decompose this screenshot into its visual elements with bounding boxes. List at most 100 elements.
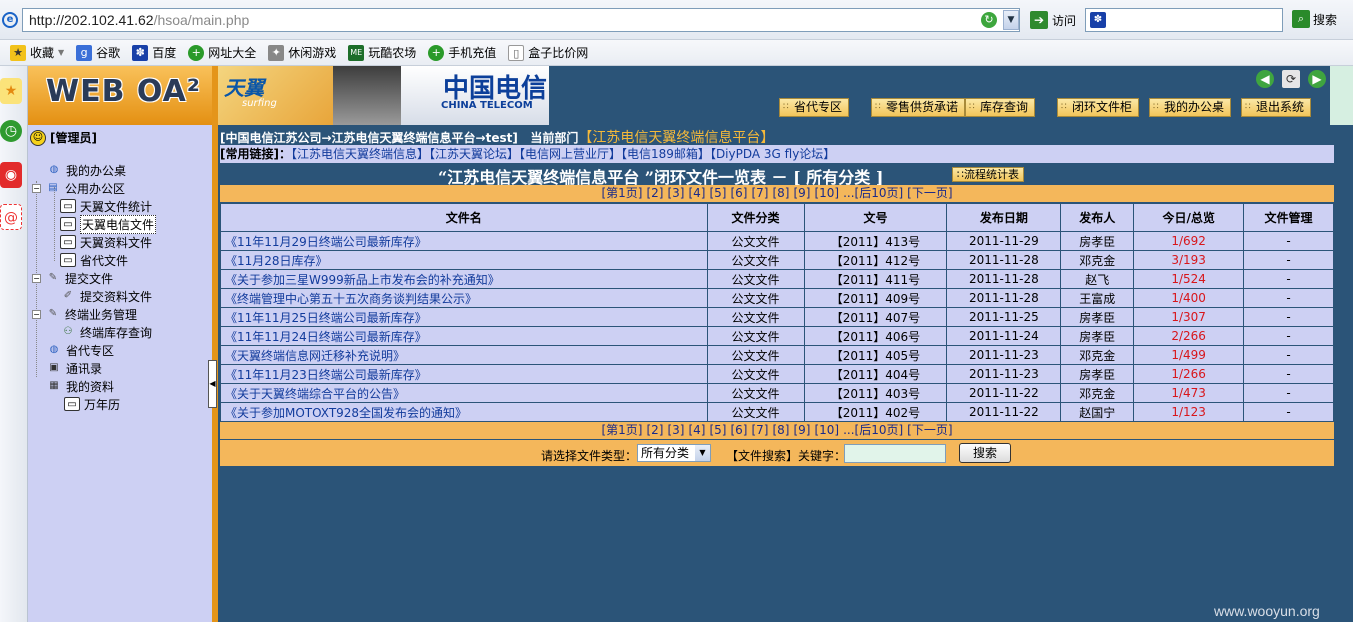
fav-baidu[interactable]: ✽ 百度 bbox=[132, 44, 176, 61]
nav-provincial-zone-button[interactable]: 省代专区 bbox=[779, 98, 850, 117]
page-link-next-10[interactable]: ...[后10页] bbox=[843, 423, 903, 437]
link-tianyi-forum[interactable]: 【江苏天翼论坛】 bbox=[429, 147, 519, 161]
visit-button[interactable]: ➔ 访问 bbox=[1030, 10, 1076, 30]
window-icon: ▭ bbox=[60, 217, 76, 231]
file-link[interactable]: 《关于参加三星W999新品上市发布会的补充通知》 bbox=[220, 269, 708, 289]
file-link[interactable]: 《终端管理中心第五十五次商务谈判结果公示》 bbox=[220, 288, 708, 308]
tree-item-tianyi-telecom-files[interactable]: ▭ 天翼电信文件 bbox=[60, 214, 157, 234]
globe-icon: ◍ bbox=[49, 164, 59, 175]
email-icon[interactable]: @ bbox=[0, 204, 22, 230]
page-link[interactable]: [4] bbox=[688, 423, 705, 437]
page-link[interactable]: [8] bbox=[772, 423, 789, 437]
nav-stock-query-button[interactable]: 库存查询 bbox=[965, 98, 1036, 117]
fav-games[interactable]: ✦ 休闲游戏 bbox=[268, 44, 336, 61]
back-arrow-icon[interactable]: ◀ bbox=[1256, 70, 1274, 88]
sidebar-splitter[interactable] bbox=[212, 66, 218, 622]
link-online-hall[interactable]: 【电信网上营业厅】 bbox=[519, 147, 621, 161]
page-link[interactable]: [10] bbox=[814, 423, 839, 437]
flow-stats-button[interactable]: ∷流程统计表 bbox=[952, 167, 1024, 182]
page-link-next-10[interactable]: ...[后10页] bbox=[843, 186, 903, 200]
nav-retail-supply-button[interactable]: 零售供货承诺 bbox=[871, 98, 966, 117]
page-link[interactable]: [6] bbox=[730, 186, 747, 200]
refresh-page-icon[interactable]: ⟳ bbox=[1282, 70, 1300, 88]
refresh-icon[interactable]: ↻ bbox=[981, 12, 997, 28]
fav-hao123[interactable]: + 网址大全 bbox=[188, 44, 256, 61]
collapse-icon[interactable]: − bbox=[32, 183, 41, 193]
page-link[interactable]: [10] bbox=[814, 186, 839, 200]
tree-item-submit-data-files[interactable]: ✐ 提交资料文件 bbox=[60, 287, 152, 305]
fav-farm[interactable]: ME 玩酷农场 bbox=[348, 44, 416, 61]
fav-hezi[interactable]: ▯ 盒子比价网 bbox=[508, 44, 588, 61]
globe-icon: ◍ bbox=[49, 344, 59, 355]
nav-closed-file-cabinet-button[interactable]: 闭环文件柜 bbox=[1057, 98, 1140, 117]
file-link[interactable]: 《关于天翼终端综合平台的公告》 bbox=[220, 383, 708, 403]
view-count: 1/307 bbox=[1133, 307, 1245, 327]
fav-collect[interactable]: ★ 收藏 ▼ bbox=[10, 44, 64, 61]
fav-google[interactable]: g 谷歌 bbox=[76, 44, 120, 61]
page-link[interactable]: [5] bbox=[709, 186, 726, 200]
file-link[interactable]: 《11年11月23日终端公司最新库存》 bbox=[220, 364, 708, 384]
file-link[interactable]: 《11年11月25日终端公司最新库存》 bbox=[220, 307, 708, 327]
tree-item-provincial-files[interactable]: ▭ 省代文件 bbox=[60, 251, 128, 269]
tree-item-terminal-stock-query[interactable]: ⚇ 终端库存查询 bbox=[60, 323, 153, 341]
tree-item-my-desk[interactable]: ◍ 我的办公桌 bbox=[46, 161, 126, 179]
clock-icon[interactable]: ◷ bbox=[0, 120, 22, 142]
browser-search-input[interactable]: ✽ bbox=[1085, 8, 1283, 32]
fav-recharge[interactable]: + 手机充值 bbox=[428, 44, 496, 61]
page-link[interactable]: [第1页] bbox=[601, 186, 642, 200]
sidebar-toggle-icon[interactable]: ◀ bbox=[208, 360, 217, 408]
view-count: 1/266 bbox=[1133, 364, 1245, 384]
keyword-input[interactable] bbox=[844, 444, 946, 463]
search-button[interactable]: 搜索 bbox=[959, 443, 1011, 463]
table-row: 《关于参加三星W999新品上市发布会的补充通知》 公文文件 【2011】411号 20… bbox=[220, 269, 1334, 289]
collapse-icon[interactable]: − bbox=[32, 309, 41, 319]
file-type-select[interactable]: 所有分类 ▼ bbox=[637, 444, 711, 462]
page-link[interactable]: [3] bbox=[667, 423, 684, 437]
tree-item-public-office[interactable]: − ▤ 公用办公区 bbox=[32, 179, 125, 197]
tree-item-terminal-business[interactable]: − ✎ 终端业务管理 bbox=[32, 305, 137, 323]
tree-item-contacts[interactable]: ▣ 通讯录 bbox=[46, 359, 102, 377]
page-link[interactable]: [8] bbox=[772, 186, 789, 200]
page-scrollbar[interactable] bbox=[1330, 66, 1353, 125]
collapse-icon[interactable]: − bbox=[32, 273, 41, 283]
link-diypda-forum[interactable]: 【DiyPDA 3G fly论坛】 bbox=[710, 147, 835, 161]
tree-item-tianyi-stats[interactable]: ▭ 天翼文件统计 bbox=[60, 197, 152, 215]
tree-item-tianyi-data-files[interactable]: ▭ 天翼资料文件 bbox=[60, 233, 152, 251]
page-link[interactable]: [4] bbox=[688, 186, 705, 200]
file-link[interactable]: 《天翼终端信息网迁移补充说明》 bbox=[220, 345, 708, 365]
page-link-next[interactable]: [下一页] bbox=[907, 186, 952, 200]
file-link[interactable]: 《11月28日库存》 bbox=[220, 250, 708, 270]
page-link[interactable]: [9] bbox=[793, 423, 810, 437]
oa-logo: WEB OA² bbox=[28, 66, 212, 125]
tree-item-my-profile[interactable]: ▦ 我的资料 bbox=[46, 377, 114, 395]
browser-search-button[interactable]: ⌕ 搜索 bbox=[1292, 10, 1337, 28]
gamepad-icon: ✦ bbox=[268, 44, 285, 61]
file-link[interactable]: 《11年11月24日终端公司最新库存》 bbox=[220, 326, 708, 346]
page-link[interactable]: [5] bbox=[709, 423, 726, 437]
tree-item-provincial-zone[interactable]: ◍ 省代专区 bbox=[46, 341, 114, 359]
page-link[interactable]: [2] bbox=[646, 423, 663, 437]
forward-arrow-icon[interactable]: ▶ bbox=[1308, 70, 1326, 88]
table-row: 《关于天翼终端综合平台的公告》 公文文件 【2011】403号 2011-11-22 邓… bbox=[220, 383, 1334, 403]
nav-logout-button[interactable]: 退出系统 bbox=[1241, 98, 1312, 117]
chevron-down-icon[interactable]: ▼ bbox=[1003, 10, 1019, 30]
url-input[interactable]: http://202.102.41.62/hsoa/main.php ↻ ▼ bbox=[22, 8, 1020, 32]
page-link[interactable]: [7] bbox=[751, 423, 768, 437]
star-icon[interactable]: ★ bbox=[0, 78, 22, 104]
tree-item-submit-files[interactable]: − ✎ 提交文件 bbox=[32, 269, 113, 287]
nav-my-desk-button[interactable]: 我的办公桌 bbox=[1149, 98, 1232, 117]
link-tianyi-info[interactable]: 【江苏电信天翼终端信息】 bbox=[291, 147, 429, 161]
pen-icon: ✐ bbox=[63, 290, 73, 301]
page-link[interactable]: [2] bbox=[646, 186, 663, 200]
file-link[interactable]: 《11年11月29日终端公司最新库存》 bbox=[220, 231, 708, 251]
tree-item-calendar[interactable]: ▭ 万年历 bbox=[64, 395, 120, 413]
page-link[interactable]: [9] bbox=[793, 186, 810, 200]
page-link[interactable]: [7] bbox=[751, 186, 768, 200]
page-link[interactable]: [第1页] bbox=[601, 423, 642, 437]
page-link[interactable]: [3] bbox=[667, 186, 684, 200]
page-link-next[interactable]: [下一页] bbox=[907, 423, 952, 437]
page-link[interactable]: [6] bbox=[730, 423, 747, 437]
link-189-mail[interactable]: 【电信189邮箱】 bbox=[621, 147, 710, 161]
file-link[interactable]: 《关于参加MOTOXT928全国发布会的通知》 bbox=[220, 402, 708, 422]
weibo-icon[interactable]: ◉ bbox=[0, 162, 22, 188]
